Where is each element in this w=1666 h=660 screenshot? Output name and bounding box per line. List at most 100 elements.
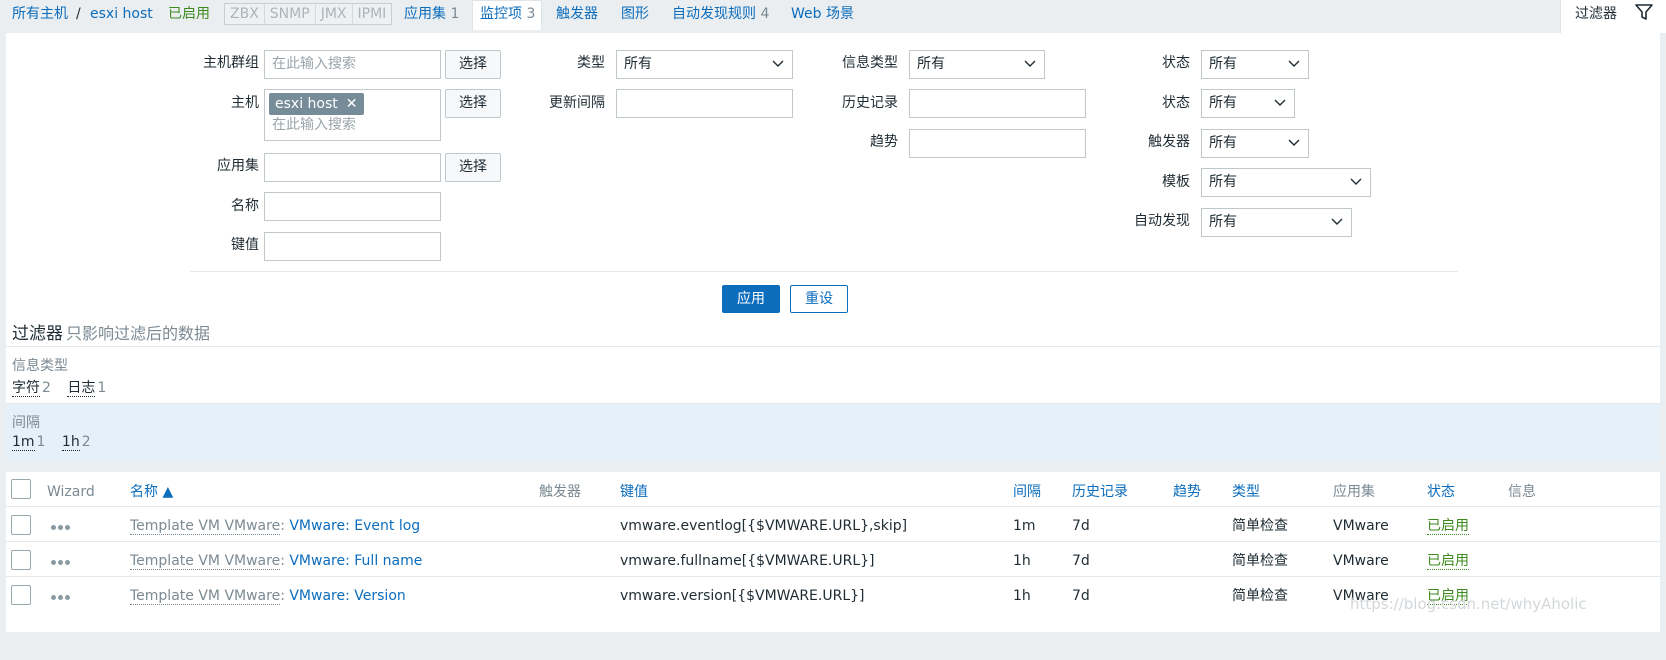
item-interval: 1m (1013, 518, 1036, 534)
table-row: Template VM VMware: VMware: Event log vm… (6, 506, 1660, 543)
item-status[interactable]: 已启用 (1427, 551, 1469, 571)
reset-button[interactable]: 重设 (790, 285, 848, 313)
filter-tab[interactable]: 过滤器 (1560, 0, 1666, 33)
history-input[interactable] (909, 89, 1086, 118)
col-key[interactable]: 键值 (620, 482, 648, 502)
trends-input[interactable] (909, 129, 1086, 158)
wizard-menu-icon[interactable] (51, 525, 71, 530)
host-select-button[interactable]: 选择 (445, 89, 501, 118)
state-select[interactable]: 所有 (1201, 50, 1309, 79)
host-nav-bar: 所有主机 / esxi host 已启用 ZBX SNMP JMX IPMI 应… (0, 0, 1666, 30)
item-type: 简单检查 (1232, 588, 1288, 604)
wizard-menu-icon[interactable] (51, 560, 71, 565)
item-history: 7d (1072, 553, 1090, 569)
host-link[interactable]: esxi host (90, 3, 153, 25)
discovery-select[interactable]: 所有 (1201, 208, 1352, 237)
key-input[interactable] (264, 232, 441, 261)
tab-graphs[interactable]: 图形 (621, 3, 649, 25)
chevron-down-icon (1274, 99, 1286, 106)
row-checkbox[interactable] (11, 550, 31, 570)
item-name: Template VM VMware: VMware: Full name (130, 553, 423, 570)
status-select[interactable]: 所有 (1201, 89, 1295, 118)
col-status[interactable]: 状态 (1427, 482, 1455, 502)
col-trends[interactable]: 趋势 (1173, 482, 1201, 502)
subfilter-info-type-caption: 信息类型 (12, 358, 68, 374)
triggers-filter-label: 触发器 (1148, 134, 1190, 150)
triggers-select[interactable]: 所有 (1201, 129, 1309, 158)
tab-applications[interactable]: 应用集 1 (404, 3, 459, 25)
state-label: 状态 (1162, 55, 1190, 71)
subfilter-title: 过滤器 (12, 324, 63, 344)
subfilter-info-type: 信息类型 字符 2 日志 1 (6, 346, 1660, 404)
breadcrumb-separator: / (76, 6, 81, 22)
watermark: https://blog.csdn.net/whyAholic (1350, 595, 1587, 613)
item-application: VMware (1333, 518, 1389, 534)
ipmi-indicator: IPMI (357, 6, 387, 22)
application-select-button[interactable]: 选择 (445, 153, 501, 182)
subfilter-value-1m[interactable]: 1m (12, 434, 35, 451)
col-wizard: Wizard (47, 484, 95, 500)
template-link[interactable]: Template VM VMware (130, 588, 281, 605)
subfilter-value-log[interactable]: 日志 (67, 380, 96, 397)
item-key: vmware.fullname[{$VMWARE.URL}] (620, 553, 875, 569)
col-applications: 应用集 (1333, 484, 1375, 500)
col-interval[interactable]: 间隔 (1013, 482, 1041, 502)
template-link[interactable]: Template VM VMware (130, 518, 281, 535)
funnel-icon (1635, 4, 1653, 20)
snmp-indicator: SNMP (265, 4, 316, 24)
all-hosts-link[interactable]: 所有主机 (12, 3, 68, 25)
host-multiselect[interactable]: esxi host ✕ 在此输入搜索 (264, 89, 441, 141)
tab-items[interactable]: 监控项 3 (480, 3, 535, 25)
item-type: 简单检查 (1232, 553, 1288, 569)
type-select[interactable]: 所有 (616, 50, 793, 79)
col-name[interactable]: 名称 ▲ (130, 482, 173, 502)
info-type-label: 信息类型 (842, 55, 898, 71)
chevron-down-icon (772, 60, 784, 67)
tab-discovery-rules[interactable]: 自动发现规则 4 (672, 3, 769, 25)
item-link[interactable]: VMware: Event log (289, 518, 420, 534)
item-history: 7d (1072, 518, 1090, 534)
col-history[interactable]: 历史记录 (1072, 482, 1128, 502)
remove-tag-icon[interactable]: ✕ (346, 96, 358, 112)
tab-triggers[interactable]: 触发器 (556, 3, 598, 25)
discovery-label: 自动发现 (1134, 213, 1190, 229)
application-input[interactable] (264, 153, 441, 182)
tab-web-scenarios[interactable]: Web 场景 (791, 3, 854, 25)
template-select[interactable]: 所有 (1201, 168, 1371, 197)
row-checkbox[interactable] (11, 585, 31, 605)
item-key: vmware.eventlog[{$VMWARE.URL},skip] (620, 518, 908, 534)
info-type-select[interactable]: 所有 (909, 50, 1045, 79)
item-name: Template VM VMware: VMware: Version (130, 588, 406, 605)
col-type[interactable]: 类型 (1232, 482, 1260, 502)
subfilter-info-type-values: 字符 2 日志 1 (12, 380, 107, 397)
template-link[interactable]: Template VM VMware (130, 553, 281, 570)
chevron-down-icon (1288, 60, 1300, 67)
update-interval-input[interactable] (616, 89, 793, 118)
col-triggers: 触发器 (539, 484, 581, 500)
row-checkbox[interactable] (11, 515, 31, 535)
subfilter-interval-caption: 间隔 (12, 415, 40, 431)
host-group-select-button[interactable]: 选择 (445, 50, 501, 79)
apply-button[interactable]: 应用 (722, 285, 780, 313)
application-label: 应用集 (217, 158, 259, 174)
host-group-label: 主机群组 (203, 55, 259, 71)
item-link[interactable]: VMware: Full name (289, 553, 422, 569)
item-name: Template VM VMware: VMware: Event log (130, 518, 421, 535)
item-status[interactable]: 已启用 (1427, 516, 1469, 536)
select-all-checkbox[interactable] (11, 479, 31, 499)
template-label: 模板 (1162, 174, 1190, 190)
subfilter-value-1h[interactable]: 1h (61, 434, 80, 451)
status-label: 状态 (1162, 95, 1190, 111)
subfilter-subtitle: 只影响过滤后的数据 (66, 324, 211, 343)
host-tag: esxi host ✕ (269, 93, 364, 115)
chevron-down-icon (1331, 218, 1343, 225)
subfilter-value-text[interactable]: 字符 (12, 380, 40, 397)
wizard-menu-icon[interactable] (51, 595, 71, 600)
item-link[interactable]: VMware: Version (289, 588, 405, 604)
history-label: 历史记录 (842, 95, 898, 111)
host-group-input[interactable]: 在此输入搜索 (264, 50, 441, 79)
name-input[interactable] (264, 192, 441, 221)
name-label: 名称 (231, 198, 259, 214)
table-row: Template VM VMware: VMware: Full name vm… (6, 541, 1660, 578)
host-status-enabled[interactable]: 已启用 (168, 3, 210, 25)
